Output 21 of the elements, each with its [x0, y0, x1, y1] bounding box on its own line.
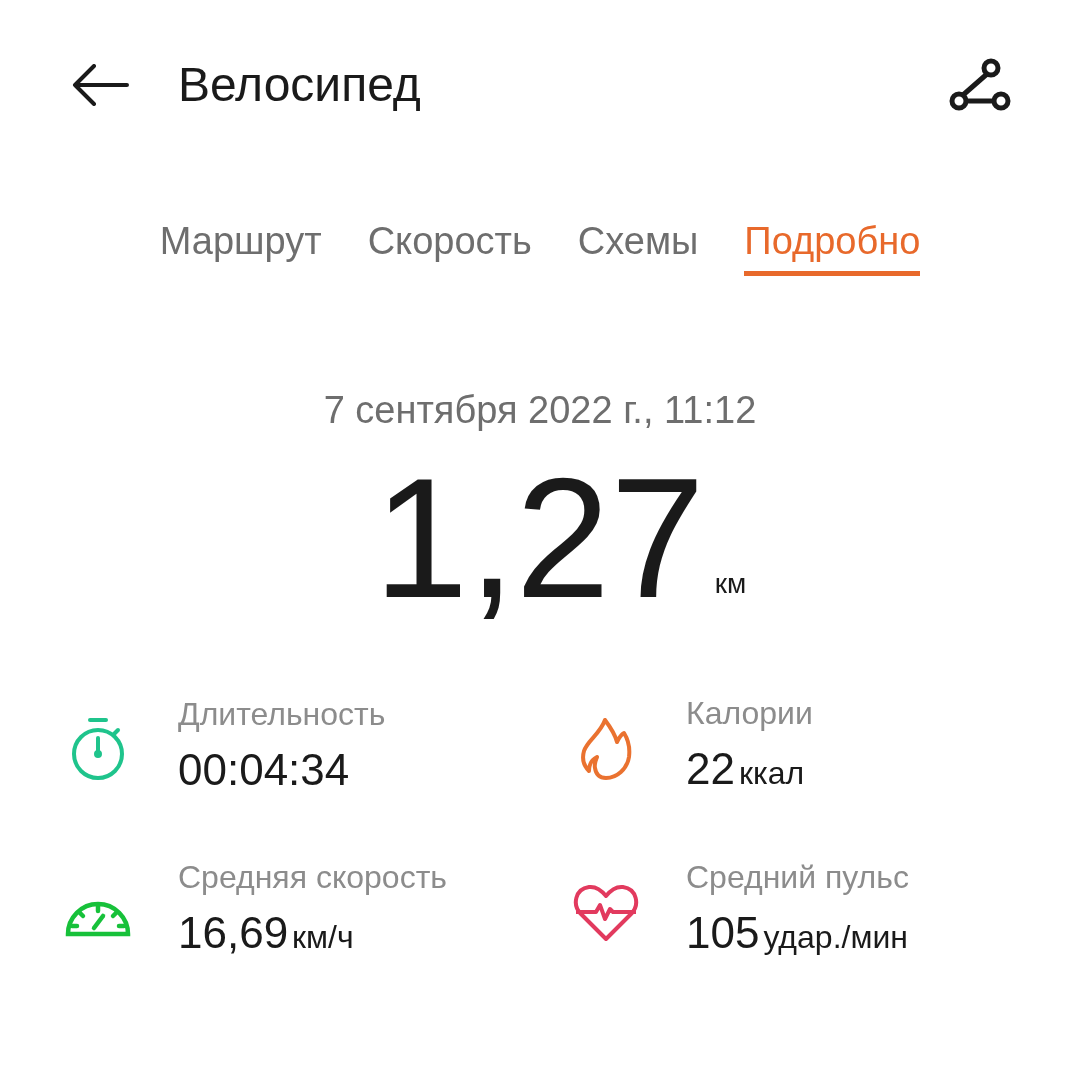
distance-unit: км	[714, 567, 747, 601]
stat-value: 00:04:34	[178, 744, 350, 796]
stat-unit: км/ч	[292, 918, 354, 957]
stat-label: Калории	[686, 694, 813, 733]
stat-value: 22	[686, 743, 735, 795]
tab[interactable]: Маршрут	[159, 210, 322, 276]
stat-unit: удар./мин	[763, 918, 908, 957]
tab[interactable]: Схемы	[577, 210, 699, 276]
heart-rate-icon	[572, 883, 640, 943]
workout-date: 7 сентября 2022 г., 11:12	[322, 388, 758, 433]
distance-value: 1,27	[373, 453, 705, 623]
stat-unit: ккал	[738, 754, 805, 793]
stat-value: 105	[686, 907, 760, 959]
screen-title: Велосипед	[178, 57, 422, 113]
stat-label: Средний пульс	[686, 858, 909, 897]
tab[interactable]: Скорость	[367, 210, 532, 276]
tab[interactable]: Подробно	[744, 210, 921, 276]
stat-label: Средняя скорость	[178, 858, 447, 897]
flame-icon	[578, 716, 634, 782]
stat-value: 16,69	[178, 907, 289, 959]
stat-label: Длительность	[178, 695, 386, 734]
